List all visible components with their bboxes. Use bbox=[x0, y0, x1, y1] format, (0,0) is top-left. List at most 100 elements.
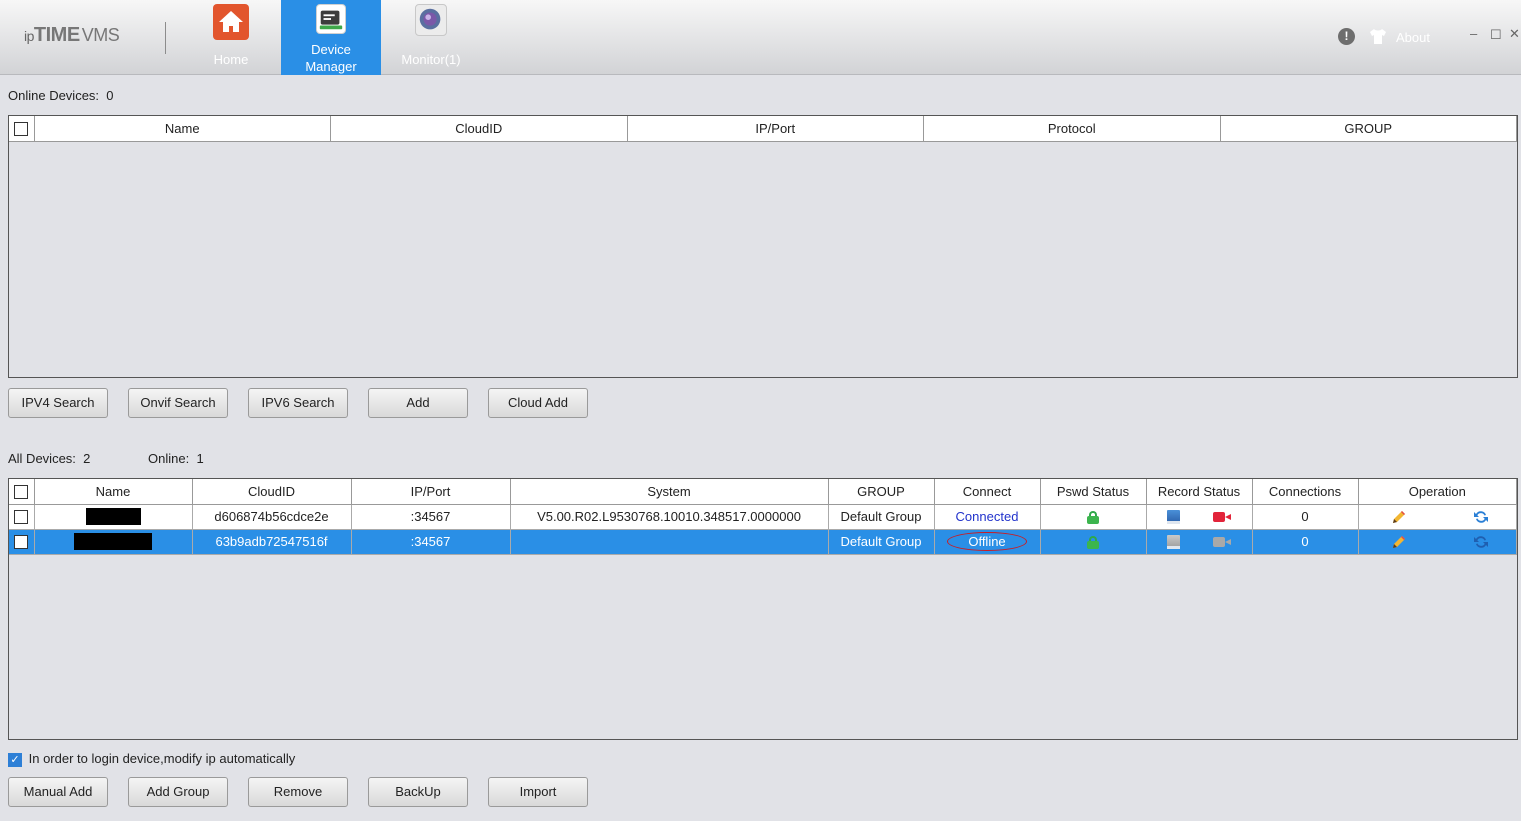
cloud-id-cell: d606874b56cdce2e bbox=[192, 504, 352, 530]
storage-disk-icon bbox=[1166, 510, 1180, 525]
monitor-icon bbox=[415, 4, 447, 36]
table-row[interactable]: 63b9adb72547516f :34567 Default Group Of… bbox=[9, 529, 1517, 555]
auto-ip-checkbox[interactable]: ✓ bbox=[8, 752, 22, 767]
record-status-cell bbox=[1146, 529, 1253, 555]
remove-button[interactable]: Remove bbox=[248, 777, 348, 807]
all-devices-label: All Devices: bbox=[8, 451, 76, 466]
online-devices-summary: Online Devices: 0 bbox=[8, 88, 114, 103]
auto-ip-label: In order to login device,modify ip autom… bbox=[28, 751, 296, 766]
row-checkbox[interactable] bbox=[14, 510, 29, 525]
column-header[interactable]: Connections bbox=[1252, 479, 1359, 505]
pswd-status-cell bbox=[1040, 529, 1147, 555]
backup-button[interactable]: BackUp bbox=[368, 777, 468, 807]
select-all-online-checkbox[interactable] bbox=[14, 122, 29, 137]
nav-monitor-label: Monitor(1) bbox=[401, 52, 461, 67]
connect-cell: Offline bbox=[934, 529, 1041, 555]
online-count: 1 bbox=[196, 451, 204, 466]
column-header[interactable]: GROUP bbox=[1220, 116, 1517, 142]
column-header[interactable]: CloudID bbox=[330, 116, 628, 142]
column-header[interactable]: Name bbox=[34, 479, 193, 505]
record-status-cell bbox=[1146, 504, 1253, 530]
ip-port-cell: :34567 bbox=[351, 529, 511, 555]
connections-cell: 0 bbox=[1252, 529, 1359, 555]
refresh-icon[interactable] bbox=[1473, 534, 1489, 550]
connect-cell: Connected bbox=[934, 504, 1041, 530]
title-bar: ipTIME VMS Home Device Manager Monitor(1)… bbox=[0, 0, 1521, 75]
skin-shirt-icon[interactable] bbox=[1369, 28, 1387, 45]
lock-icon bbox=[1087, 536, 1099, 550]
import-button[interactable]: Import bbox=[488, 777, 588, 807]
column-header[interactable]: GROUP bbox=[828, 479, 935, 505]
column-header[interactable]: CloudID bbox=[192, 479, 352, 505]
column-header[interactable]: IP/Port bbox=[627, 116, 924, 142]
select-all-online-header bbox=[9, 116, 35, 142]
connect-status: Offline bbox=[947, 532, 1027, 551]
storage-disk-icon bbox=[1166, 535, 1180, 550]
connect-status: Connected bbox=[955, 509, 1019, 524]
ipv6-search-button[interactable]: IPV6 Search bbox=[248, 388, 348, 418]
online-devices-label: Online Devices: bbox=[8, 88, 100, 103]
all-devices-table: Name CloudID IP/Port System GROUP Connec… bbox=[8, 478, 1518, 740]
redacted-name bbox=[85, 508, 141, 526]
ipv4-search-button[interactable]: IPV4 Search bbox=[8, 388, 108, 418]
all-devices-count: 2 bbox=[83, 451, 91, 466]
table-header: Name CloudID IP/Port Protocol GROUP bbox=[9, 116, 1517, 142]
device-name-cell bbox=[34, 504, 193, 530]
operation-cell bbox=[1358, 504, 1517, 530]
add-group-button[interactable]: Add Group bbox=[128, 777, 228, 807]
table-row[interactable]: d606874b56cdce2e :34567 V5.00.R02.L95307… bbox=[9, 504, 1517, 530]
row-select-cell bbox=[9, 529, 35, 555]
info-icon[interactable]: ! bbox=[1338, 28, 1355, 45]
logo-separator bbox=[165, 22, 166, 54]
onvif-search-button[interactable]: Onvif Search bbox=[128, 388, 228, 418]
online-devices-count: 0 bbox=[106, 88, 114, 103]
close-button[interactable]: ✕ bbox=[1509, 26, 1520, 42]
all-devices-summary: All Devices: 2 bbox=[8, 451, 90, 466]
home-icon bbox=[213, 4, 249, 40]
ip-port-cell: :34567 bbox=[351, 504, 511, 530]
refresh-icon[interactable] bbox=[1473, 509, 1489, 525]
online-label: Online: bbox=[148, 451, 190, 466]
cloud-id-cell: 63b9adb72547516f bbox=[192, 529, 352, 555]
column-header[interactable]: Protocol bbox=[923, 116, 1221, 142]
edit-pencil-icon[interactable] bbox=[1391, 509, 1407, 525]
auto-ip-option[interactable]: ✓ In order to login device,modify ip aut… bbox=[8, 751, 295, 767]
system-cell: V5.00.R02.L9530768.10010.348517.0000000 bbox=[510, 504, 829, 530]
select-all-devices-header bbox=[9, 479, 35, 505]
online-devices-table: Name CloudID IP/Port Protocol GROUP bbox=[8, 115, 1518, 378]
nav-monitor[interactable]: Monitor(1) bbox=[381, 0, 481, 75]
pswd-status-cell bbox=[1040, 504, 1147, 530]
nav-device-manager-label-1: Device bbox=[311, 42, 351, 57]
column-header[interactable]: System bbox=[510, 479, 829, 505]
add-button[interactable]: Add bbox=[368, 388, 468, 418]
connections-cell: 0 bbox=[1252, 504, 1359, 530]
edit-pencil-icon[interactable] bbox=[1391, 534, 1407, 550]
maximize-button[interactable]: ☐ bbox=[1490, 27, 1502, 43]
column-header[interactable]: Connect bbox=[934, 479, 1041, 505]
column-header[interactable]: Operation bbox=[1358, 479, 1517, 505]
row-checkbox[interactable] bbox=[14, 535, 29, 550]
operation-cell bbox=[1358, 529, 1517, 555]
group-cell: Default Group bbox=[828, 504, 935, 530]
nav-device-manager-label-2: Manager bbox=[305, 59, 357, 74]
redacted-name bbox=[74, 533, 152, 551]
system-cell bbox=[510, 529, 829, 555]
column-header[interactable]: Name bbox=[34, 116, 331, 142]
nav-home[interactable]: Home bbox=[181, 0, 281, 75]
device-manager-icon bbox=[316, 4, 346, 34]
table-header: Name CloudID IP/Port System GROUP Connec… bbox=[9, 479, 1517, 505]
manual-add-button[interactable]: Manual Add bbox=[8, 777, 108, 807]
column-header[interactable]: Record Status bbox=[1146, 479, 1253, 505]
minimize-button[interactable]: – bbox=[1470, 26, 1477, 41]
record-camera-icon bbox=[1213, 512, 1232, 523]
column-header[interactable]: IP/Port bbox=[351, 479, 511, 505]
app-logo: ipTIME VMS bbox=[24, 24, 120, 46]
nav-home-label: Home bbox=[213, 52, 249, 67]
lock-icon bbox=[1087, 511, 1099, 525]
about-link[interactable]: About bbox=[1396, 30, 1430, 45]
group-cell: Default Group bbox=[828, 529, 935, 555]
nav-device-manager[interactable]: Device Manager bbox=[281, 0, 381, 75]
cloud-add-button[interactable]: Cloud Add bbox=[488, 388, 588, 418]
select-all-devices-checkbox[interactable] bbox=[14, 485, 29, 500]
column-header[interactable]: Pswd Status bbox=[1040, 479, 1147, 505]
